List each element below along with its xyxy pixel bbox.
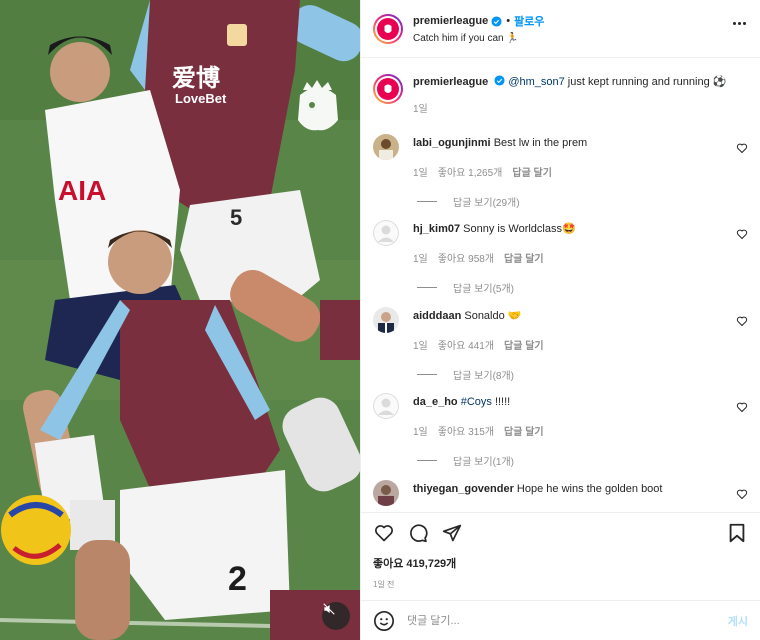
like-button[interactable] (373, 522, 395, 544)
bookmark-icon[interactable] (726, 522, 748, 544)
like-count[interactable]: 좋아요 419,729개 (361, 555, 760, 571)
share-button[interactable] (441, 522, 463, 544)
comment-like-heart-icon[interactable] (736, 401, 748, 413)
caption-text: just kept running and running ⚽ (564, 76, 727, 88)
comment-button[interactable] (407, 522, 429, 544)
view-replies-button[interactable]: 답글 보기(5개) (413, 280, 724, 295)
comment-likes[interactable]: 좋아요 1,265개 (438, 164, 503, 179)
post-side-panel: premierleague • 팔로우 Catch him if you can… (360, 0, 760, 640)
premier-league-logo-icon (377, 78, 399, 100)
post-header: premierleague • 팔로우 Catch him if you can… (361, 0, 760, 58)
commenter-avatar[interactable] (373, 134, 399, 160)
svg-text:爱博: 爱博 (172, 64, 220, 92)
mute-button[interactable] (322, 602, 350, 630)
separator-dot: • (506, 15, 511, 27)
view-replies-button[interactable]: 답글 보기(29개) (413, 194, 724, 209)
posted-time: 1일 전 (373, 580, 395, 589)
post-caption: premierleague @hm_son7 just kept running… (361, 58, 760, 115)
mute-icon (323, 603, 335, 615)
add-comment-bar: 게시 (361, 600, 760, 640)
svg-text:5: 5 (230, 205, 242, 230)
verified-icon (494, 75, 505, 86)
premier-league-logo-icon (377, 17, 399, 40)
author-avatar[interactable] (373, 13, 403, 44)
comment-time: 1일 (413, 168, 428, 179)
commenter-avatar[interactable] (373, 307, 399, 333)
reply-button[interactable]: 답글 달기 (504, 250, 544, 265)
reply-button[interactable]: 답글 달기 (512, 164, 552, 179)
view-replies-label: 답글 보기(5개) (453, 284, 514, 295)
comment-input[interactable] (407, 614, 728, 627)
comment-time: 1일 (413, 427, 428, 438)
comment-username[interactable]: thiyegan_govender (413, 483, 514, 495)
follow-button[interactable]: 팔로우 (514, 13, 544, 29)
comment-username[interactable]: labi_ogunjinmi (413, 137, 491, 149)
reply-button[interactable]: 답글 달기 (504, 337, 544, 352)
post-comment-button[interactable]: 게시 (728, 613, 748, 629)
emoji-icon[interactable] (373, 610, 395, 632)
comment-like-heart-icon[interactable] (736, 488, 748, 500)
svg-text:2: 2 (228, 560, 247, 598)
more-options-button[interactable] (733, 22, 746, 25)
view-replies-label: 답글 보기(29개) (453, 198, 520, 209)
commenter-avatar[interactable] (373, 220, 399, 246)
view-replies-label: 답글 보기(8개) (453, 371, 514, 382)
comment-hashtag[interactable]: #Coys (461, 396, 492, 408)
caption-time: 1일 (413, 104, 428, 115)
comment-text: Best lw in the prem (493, 137, 588, 149)
author-username[interactable]: premierleague (413, 15, 488, 27)
caption-mention[interactable]: @hm_son7 (508, 76, 564, 88)
share-icon (442, 524, 462, 542)
comment-likes[interactable]: 좋아요 441개 (438, 337, 494, 352)
comment-like-heart-icon[interactable] (736, 228, 748, 240)
comment-username[interactable]: hj_kim07 (413, 223, 460, 235)
commenter-avatar[interactable] (373, 480, 399, 506)
svg-text:AIA: AIA (58, 175, 106, 206)
more-icon (733, 22, 746, 25)
football (1, 495, 71, 565)
comment-username[interactable]: da_e_ho (413, 396, 458, 408)
comment-likes[interactable]: 좋아요 958개 (438, 250, 494, 265)
comment-likes[interactable]: 좋아요 315개 (438, 423, 494, 438)
comment-like-heart-icon[interactable] (736, 315, 748, 327)
post-media[interactable]: 5 爱博 LoveBet AIA 2 (0, 0, 360, 640)
svg-text:LoveBet: LoveBet (175, 91, 227, 106)
comment-text: Sonaldo 🤝 (464, 310, 522, 322)
view-replies-label: 답글 보기(1개) (453, 457, 514, 468)
comment-time: 1일 (413, 254, 428, 265)
comment-icon (410, 524, 428, 543)
caption-username[interactable]: premierleague (413, 76, 488, 88)
match-video-frame: 5 爱博 LoveBet AIA 2 (0, 0, 360, 640)
view-replies-button[interactable]: 답글 보기(8개) (413, 367, 724, 382)
verified-icon (491, 15, 502, 27)
comment-text: !!!!! (491, 396, 511, 408)
heart-icon (375, 525, 393, 542)
comment-text: Hope he wins the golden boot (516, 483, 663, 495)
commenter-avatar[interactable] (373, 393, 399, 419)
comment-username[interactable]: aidddaan (413, 310, 461, 322)
post-actions: 좋아요 419,729개 1일 전 게시 (361, 512, 760, 640)
post-subtitle: Catch him if you can 🏃 (413, 33, 519, 44)
view-replies-button[interactable]: 답글 보기(1개) (413, 453, 724, 468)
caption-author-avatar[interactable] (373, 74, 403, 104)
reply-button[interactable]: 답글 달기 (504, 423, 544, 438)
comment-like-heart-icon[interactable] (736, 142, 748, 154)
comments-list[interactable]: premierleague @hm_son7 just kept running… (361, 58, 760, 511)
comment-time: 1일 (413, 341, 428, 352)
comment-text: Sonny is Worldclass🤩 (463, 223, 576, 235)
